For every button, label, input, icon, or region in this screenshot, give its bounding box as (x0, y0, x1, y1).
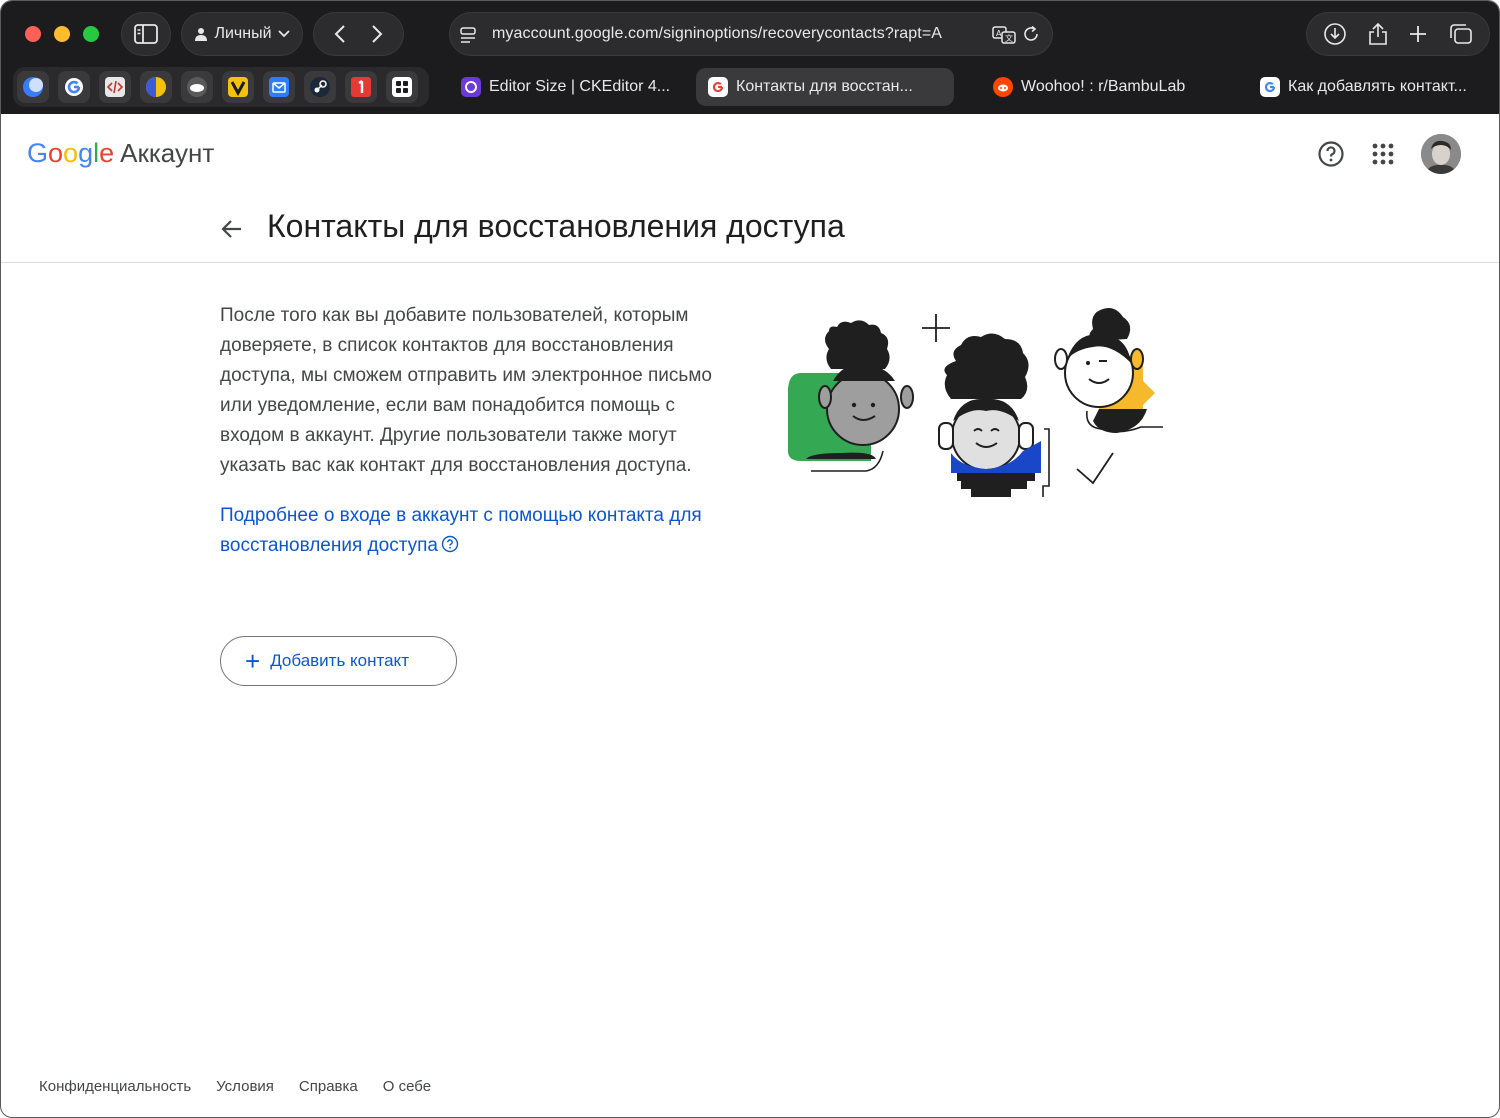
browser-toolbar: Личный myaccount.google.com/signinoption… (1, 1, 1499, 114)
help-icon[interactable] (1317, 140, 1345, 168)
url-text: myaccount.google.com/signinoptions/recov… (492, 25, 943, 42)
footer-link-privacy[interactable]: Конфиденциальность (39, 1078, 191, 1095)
red-app-icon (351, 77, 371, 97)
page-title-bar: Контакты для восстановления доступа (1, 194, 1499, 263)
profile-label: Личный (214, 25, 272, 42)
person-icon (195, 28, 208, 41)
pinned-tab-7[interactable] (263, 71, 295, 103)
download-icon[interactable] (1323, 22, 1347, 46)
back-arrow-icon[interactable] (219, 216, 245, 242)
account-wordmark: Аккаунт (120, 138, 215, 168)
tab-ckeditor[interactable]: Editor Size | CKEditor 4... (449, 68, 689, 106)
pinned-tab-5[interactable] (181, 71, 213, 103)
google-wordmark: Google (27, 138, 115, 168)
recovery-contacts-info: После того как вы добавите пользователей… (220, 301, 730, 561)
tab-recovery-contacts[interactable]: Контакты для восстан... (696, 68, 954, 106)
toolbar-right-buttons (1306, 12, 1490, 56)
google-account-logo[interactable]: Google Аккаунт (27, 138, 214, 169)
tab-reddit[interactable]: Woohoo! : r/BambuLab (981, 68, 1226, 106)
google-icon (708, 77, 728, 97)
code-icon (105, 77, 125, 97)
google-icon (65, 78, 83, 96)
pinned-tab-9[interactable] (345, 71, 377, 103)
mail-icon (269, 77, 289, 97)
header-actions (1317, 134, 1461, 174)
sidebar-icon (134, 24, 158, 44)
account-avatar[interactable] (1421, 134, 1461, 174)
learn-more-link[interactable]: Подробнее о входе в аккаунт с помощью ко… (220, 501, 730, 561)
v-app-icon (228, 77, 248, 97)
google-account-header: Google Аккаунт (1, 114, 1499, 194)
back-icon[interactable] (334, 24, 346, 44)
pinned-tab-8[interactable] (304, 71, 336, 103)
tab-title: Woohoo! : r/BambuLab (1021, 78, 1186, 95)
navigation-buttons (313, 12, 404, 56)
page-title: Контакты для восстановления доступа (267, 208, 845, 244)
learn-more-text: Подробнее о входе в аккаунт с помощью ко… (220, 505, 702, 556)
svg-text:文: 文 (1005, 33, 1013, 43)
page-settings-icon[interactable] (460, 26, 478, 44)
reddit-icon (993, 77, 1013, 97)
tab-title: Как добавлять контакт... (1288, 78, 1467, 95)
address-bar[interactable]: myaccount.google.com/signinoptions/recov… (449, 12, 1053, 56)
pinned-tab-6[interactable] (222, 71, 254, 103)
share-icon[interactable] (1368, 22, 1388, 46)
avatar-photo-icon (1421, 134, 1461, 174)
steam-icon (310, 77, 330, 97)
footer-link-help[interactable]: Справка (299, 1078, 358, 1095)
grid-app-icon (392, 77, 412, 97)
recovery-contacts-illustration (788, 308, 1163, 497)
tab-add-contacts-help[interactable]: Как добавлять контакт... (1248, 68, 1493, 106)
help-circle-icon (441, 535, 459, 553)
add-contact-button[interactable]: + Добавить контакт (220, 636, 457, 686)
tab-title: Контакты для восстан... (736, 78, 913, 95)
page-footer: Конфиденциальность Условия Справка О себ… (39, 1078, 431, 1095)
pinned-tab-10[interactable] (386, 71, 418, 103)
minimize-window-button[interactable] (54, 26, 70, 42)
svg-text:A: A (996, 29, 1002, 38)
translate-icon[interactable]: A文 (992, 25, 1016, 45)
ckeditor-icon (461, 77, 481, 97)
footer-link-about[interactable]: О себе (383, 1078, 431, 1095)
browser-window: Личный myaccount.google.com/signinoption… (0, 0, 1500, 1118)
google-icon (1260, 77, 1280, 97)
pinned-tab-4[interactable] (140, 71, 172, 103)
apps-grid-icon[interactable] (1371, 142, 1395, 166)
tab-overview-icon[interactable] (1449, 23, 1473, 45)
pinned-tabs (13, 67, 429, 107)
cloud-icon (187, 77, 207, 97)
chevron-down-icon (277, 30, 290, 38)
profile-button[interactable]: Личный (181, 12, 303, 56)
zoom-window-button[interactable] (83, 26, 99, 42)
sidebar-toggle-button[interactable] (121, 12, 171, 56)
pinned-tab-2[interactable] (58, 71, 90, 103)
colorful-app-icon (146, 77, 166, 97)
moon-app-icon (23, 77, 43, 97)
reload-icon[interactable] (1022, 25, 1040, 43)
pinned-tab-1[interactable] (17, 71, 49, 103)
description-text: После того как вы добавите пользователей… (220, 305, 712, 476)
footer-link-terms[interactable]: Условия (216, 1078, 274, 1095)
close-window-button[interactable] (25, 26, 41, 42)
tab-title: Editor Size | CKEditor 4... (489, 78, 671, 95)
forward-icon[interactable] (371, 24, 383, 44)
pinned-tab-3[interactable] (99, 71, 131, 103)
plus-icon: + (245, 646, 261, 676)
add-contact-label: Добавить контакт (270, 651, 409, 670)
new-tab-icon[interactable] (1408, 24, 1428, 44)
